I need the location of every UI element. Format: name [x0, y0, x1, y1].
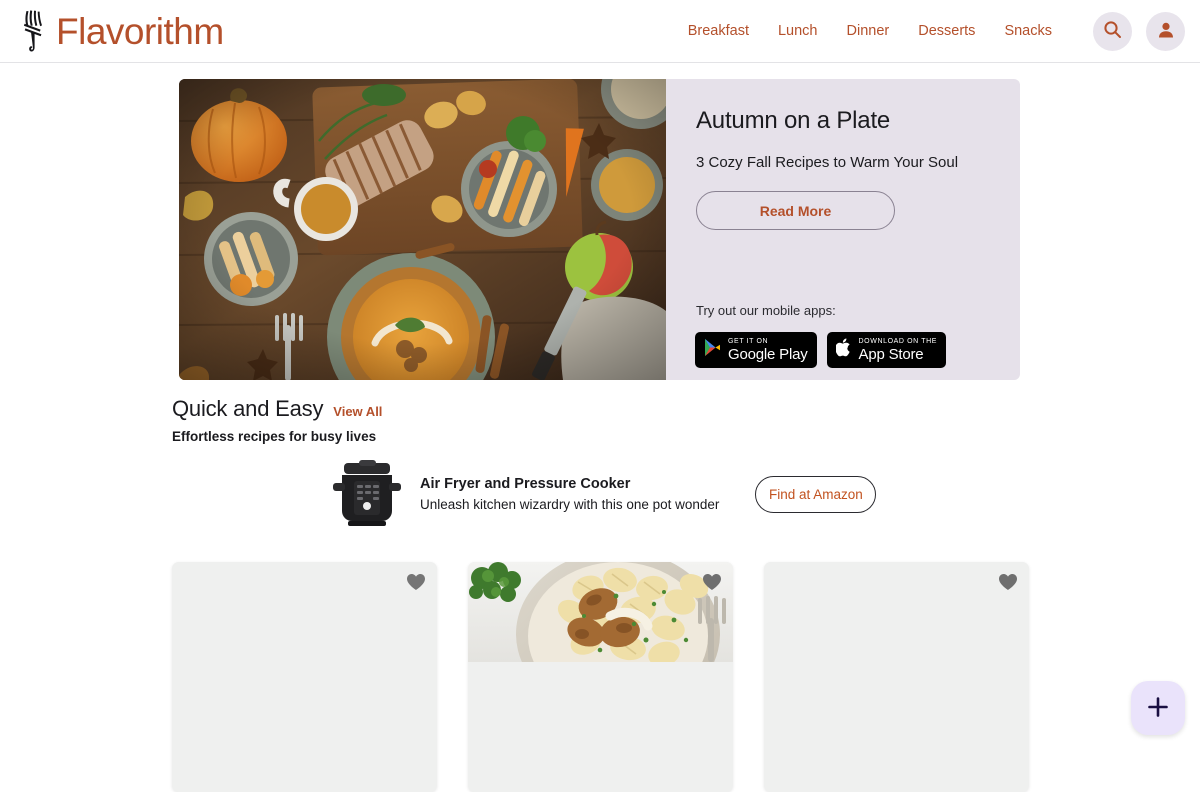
sponsored-product: Air Fryer and Pressure Cooker Unleash ki…	[332, 459, 876, 529]
brand-logo[interactable]: Flavorithm	[18, 9, 224, 53]
hero-title: Autumn on a Plate	[696, 107, 1020, 135]
section-header: Quick and Easy View All Effortless recip…	[172, 396, 382, 444]
section-title: Quick and Easy	[172, 396, 323, 422]
app-store-badge-label: App Store	[859, 347, 938, 362]
nav-item-desserts[interactable]: Desserts	[918, 23, 975, 39]
header-actions	[1093, 12, 1185, 51]
air-fryer-pressure-cooker-image	[332, 459, 402, 529]
view-all-link[interactable]: View All	[333, 404, 382, 419]
search-button[interactable]	[1093, 12, 1132, 51]
nav-item-breakfast[interactable]: Breakfast	[688, 23, 749, 39]
whisk-fork-logo-icon	[18, 9, 48, 53]
recipe-card[interactable]	[468, 562, 733, 792]
section-subtitle: Effortless recipes for busy lives	[172, 429, 382, 444]
google-play-badge-small: GET IT ON	[728, 338, 808, 345]
find-at-amazon-button[interactable]: Find at Amazon	[755, 476, 876, 513]
recipe-card-image	[468, 562, 733, 662]
mobile-apps-label: Try out our mobile apps:	[696, 303, 836, 318]
hero-image	[179, 79, 666, 380]
search-icon	[1103, 20, 1122, 42]
heart-icon[interactable]	[998, 573, 1018, 596]
app-store-badge[interactable]: Download on the App Store	[827, 332, 947, 368]
app-store-badges: GET IT ON Google Play Download on the Ap…	[695, 332, 946, 368]
google-play-badge-label: Google Play	[728, 347, 808, 362]
google-play-badge[interactable]: GET IT ON Google Play	[695, 332, 817, 368]
nav-item-dinner[interactable]: Dinner	[847, 23, 890, 39]
user-avatar-icon	[1156, 20, 1176, 43]
account-button[interactable]	[1146, 12, 1185, 51]
plus-icon	[1147, 696, 1169, 721]
nav-item-lunch[interactable]: Lunch	[778, 23, 818, 39]
apple-icon	[836, 338, 852, 362]
site-header: Flavorithm Breakfast Lunch Dinner Desser…	[0, 0, 1200, 63]
recipe-card-image	[172, 562, 437, 662]
recipe-card[interactable]	[172, 562, 437, 792]
product-description: Unleash kitchen wizardry with this one p…	[420, 497, 719, 512]
main-nav: Breakfast Lunch Dinner Desserts Snacks	[688, 23, 1052, 39]
add-recipe-fab[interactable]	[1131, 681, 1185, 735]
hero-banner: Autumn on a Plate 3 Cozy Fall Recipes to…	[179, 79, 1020, 380]
nav-item-snacks[interactable]: Snacks	[1004, 23, 1052, 39]
brand-name: Flavorithm	[56, 13, 224, 50]
recipe-card[interactable]	[764, 562, 1029, 792]
read-more-button[interactable]: Read More	[696, 191, 895, 230]
recipe-card-grid	[172, 562, 1029, 792]
product-title: Air Fryer and Pressure Cooker	[420, 476, 719, 492]
heart-icon[interactable]	[406, 573, 426, 596]
google-play-icon	[704, 338, 721, 362]
hero-panel: Autumn on a Plate 3 Cozy Fall Recipes to…	[666, 79, 1020, 380]
recipe-card-image	[764, 562, 1029, 662]
heart-icon[interactable]	[702, 573, 722, 596]
hero-subtitle: 3 Cozy Fall Recipes to Warm Your Soul	[696, 154, 1020, 171]
app-store-badge-small: Download on the	[859, 338, 938, 345]
